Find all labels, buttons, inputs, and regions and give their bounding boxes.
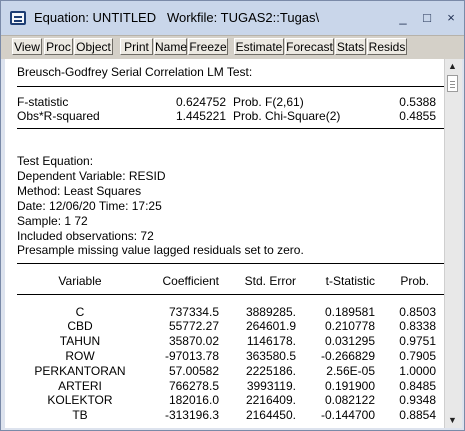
rule-table-top bbox=[17, 263, 444, 264]
cell-prob: 0.8338 bbox=[399, 319, 436, 333]
cell-coefficient: -313196.3 bbox=[164, 408, 219, 422]
equation-line: Sample: 1 72 bbox=[17, 214, 88, 228]
cell-variable: C bbox=[75, 305, 85, 319]
cell-t-statistic: 0.191900 bbox=[324, 379, 375, 393]
cell-coefficient: 35870.02 bbox=[168, 334, 219, 348]
rule-table-header bbox=[17, 294, 444, 295]
scroll-up-arrow-icon[interactable]: ▲ bbox=[448, 61, 457, 71]
scroll-thumb[interactable] bbox=[447, 75, 458, 92]
window-title: Equation: UNTITLED Workfile: TUGAS2::Tug… bbox=[34, 10, 320, 25]
cell-coefficient: -97013.78 bbox=[164, 349, 219, 363]
cell-std-error: 264601.9 bbox=[245, 319, 296, 333]
col-header-t-statistic: t-Statistic bbox=[325, 274, 375, 288]
cell-coefficient: 737334.5 bbox=[168, 305, 219, 319]
grip-line bbox=[450, 84, 455, 85]
cell-variable: PERKANTORAN bbox=[34, 364, 126, 378]
output-area: Breusch-Godfrey Serial Correlation LM Te… bbox=[5, 59, 444, 428]
equation-line: Included observations: 72 bbox=[17, 229, 154, 243]
proc-button[interactable]: Proc bbox=[44, 38, 73, 55]
cell-coefficient: 766278.5 bbox=[168, 379, 219, 393]
f-prob-label: Prob. F(2,61) bbox=[233, 95, 304, 109]
equation-line: Dependent Variable: RESID bbox=[17, 169, 166, 183]
cell-prob: 0.7905 bbox=[399, 349, 436, 363]
toolbar: View Proc Object Print Name Freeze Estim… bbox=[1, 35, 464, 59]
equation-window-icon bbox=[10, 11, 26, 25]
cell-t-statistic: 0.082122 bbox=[324, 393, 375, 407]
equation-window: Equation: UNTITLED Workfile: TUGAS2::Tug… bbox=[0, 0, 465, 431]
equation-line: Method: Least Squares bbox=[17, 184, 142, 198]
cell-variable: ARTERI bbox=[58, 379, 102, 393]
cell-variable: CBD bbox=[67, 319, 93, 333]
cell-std-error: 2225186. bbox=[245, 364, 296, 378]
col-header-coefficient: Coefficient bbox=[162, 274, 219, 288]
rule-mid bbox=[17, 128, 444, 129]
chi-square-prob-label: Prob. Chi-Square(2) bbox=[233, 109, 341, 123]
view-button[interactable]: View bbox=[12, 38, 42, 55]
f-prob-value: 0.5388 bbox=[399, 95, 436, 109]
cell-prob: 0.9348 bbox=[399, 393, 436, 407]
forecast-button[interactable]: Forecast bbox=[285, 38, 334, 55]
cell-std-error: 3889285. bbox=[245, 305, 296, 319]
grip-line bbox=[450, 87, 455, 88]
col-header-prob: Prob. bbox=[400, 274, 429, 288]
cell-coefficient: 182016.0 bbox=[168, 393, 219, 407]
f-statistic-value: 0.624752 bbox=[175, 95, 226, 109]
vertical-scrollbar[interactable]: ▲ ▼ bbox=[444, 59, 462, 428]
cell-variable: TB bbox=[72, 408, 88, 422]
cell-std-error: 2216409. bbox=[245, 393, 296, 407]
resids-button[interactable]: Resids bbox=[367, 38, 407, 55]
equation-line: Date: 12/06/20 Time: 17:25 bbox=[17, 199, 162, 213]
obs-r-squared-value: 1.445221 bbox=[175, 109, 226, 123]
equation-line: Test Equation: bbox=[17, 154, 94, 168]
cell-t-statistic: 0.189581 bbox=[324, 305, 375, 319]
cell-t-statistic: 0.031295 bbox=[324, 334, 375, 348]
chi-square-prob-value: 0.4855 bbox=[399, 109, 436, 123]
title-bar[interactable]: Equation: UNTITLED Workfile: TUGAS2::Tug… bbox=[1, 1, 464, 35]
print-button[interactable]: Print bbox=[120, 38, 153, 55]
cell-std-error: 1146178. bbox=[246, 334, 296, 348]
cell-prob: 0.9751 bbox=[399, 334, 436, 348]
f-statistic-label: F-statistic bbox=[17, 95, 69, 109]
maximize-button[interactable]: □ bbox=[419, 11, 435, 25]
cell-prob: 0.8854 bbox=[399, 408, 436, 422]
cell-prob: 0.8485 bbox=[399, 379, 436, 393]
minimize-button[interactable]: _ bbox=[395, 11, 411, 25]
equation-line: Presample missing value lagged residuals… bbox=[17, 243, 304, 257]
grip-line bbox=[450, 81, 455, 82]
estimate-button[interactable]: Estimate bbox=[234, 38, 284, 55]
cell-coefficient: 55772.27 bbox=[168, 319, 219, 333]
cell-variable: TAHUN bbox=[59, 334, 101, 348]
close-button[interactable]: × bbox=[443, 11, 459, 25]
cell-variable: KOLEKTOR bbox=[47, 393, 113, 407]
cell-t-statistic: -0.266829 bbox=[320, 349, 375, 363]
col-header-variable: Variable bbox=[58, 274, 102, 288]
cell-t-statistic: 0.210778 bbox=[324, 319, 375, 333]
rule-top bbox=[17, 86, 444, 87]
cell-std-error: 3993119. bbox=[246, 379, 296, 393]
object-button[interactable]: Object bbox=[74, 38, 113, 55]
obs-r-squared-label: Obs*R-squared bbox=[17, 109, 100, 123]
cell-t-statistic: -0.144700 bbox=[320, 408, 375, 422]
cell-std-error: 2164450. bbox=[245, 408, 296, 422]
freeze-button[interactable]: Freeze bbox=[188, 38, 228, 55]
test-heading: Breusch-Godfrey Serial Correlation LM Te… bbox=[17, 65, 253, 79]
stats-button[interactable]: Stats bbox=[335, 38, 366, 55]
cell-variable: ROW bbox=[65, 349, 95, 363]
cell-prob: 0.8503 bbox=[399, 305, 436, 319]
col-header-std-error: Std. Error bbox=[244, 274, 296, 288]
scroll-down-arrow-icon[interactable]: ▼ bbox=[448, 415, 457, 425]
cell-prob: 1.0000 bbox=[399, 364, 436, 378]
name-button[interactable]: Name bbox=[154, 38, 187, 55]
cell-t-statistic: 2.56E-05 bbox=[326, 364, 375, 378]
cell-std-error: 363580.5 bbox=[245, 349, 296, 363]
cell-coefficient: 57.00582 bbox=[168, 364, 219, 378]
